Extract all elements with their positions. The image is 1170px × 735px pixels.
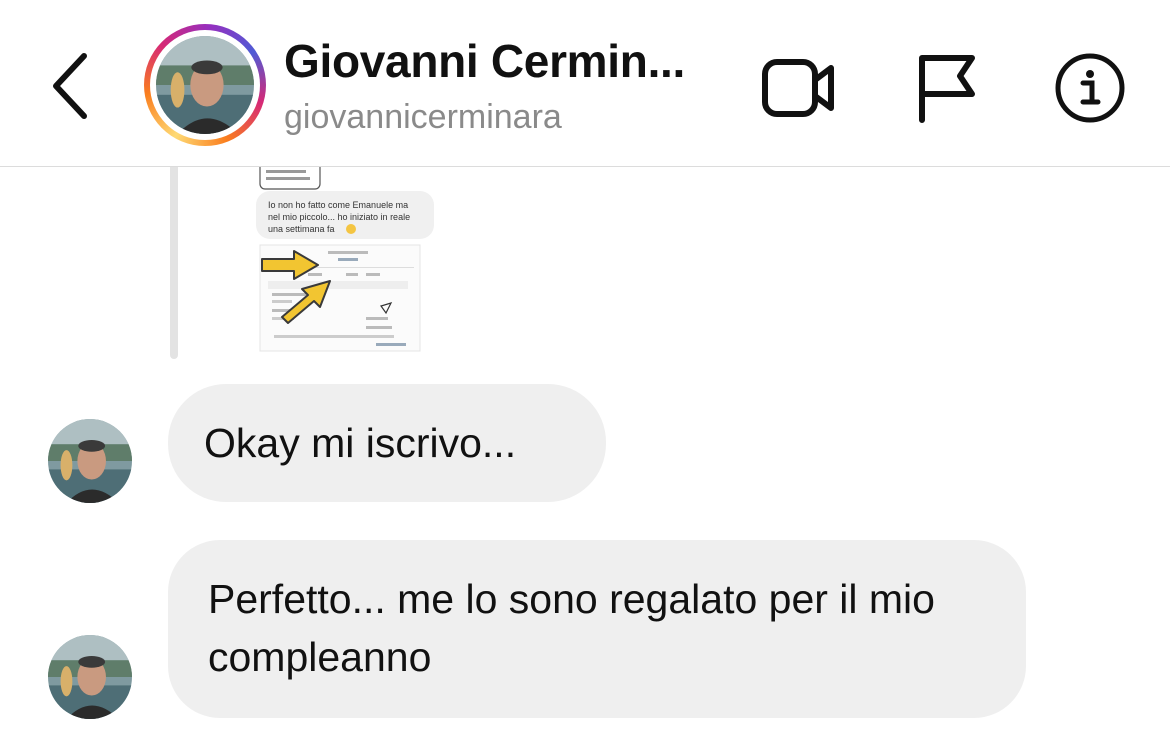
profile-avatar-story-ring[interactable] xyxy=(144,24,266,146)
shared-text-line-3: una settimana fa xyxy=(268,224,335,234)
report-flag-button[interactable] xyxy=(908,50,984,126)
smile-emoji-icon xyxy=(346,224,356,234)
shared-screenshot[interactable]: Io non ho fatto come Emanuele ma nel mio… xyxy=(216,167,478,357)
contact-display-name[interactable]: Giovanni Cermin... xyxy=(284,34,685,88)
sender-avatar[interactable] xyxy=(48,635,132,719)
message-bubble[interactable]: Perfetto... me lo sono regalato per il m… xyxy=(168,540,1026,718)
video-call-button[interactable] xyxy=(760,50,836,126)
shared-text-line-2: nel mio piccolo... ho iniziato in reale xyxy=(268,212,410,222)
reply-quote-bar xyxy=(170,167,178,359)
shared-text-line-1: Io non ho fatto come Emanuele ma xyxy=(268,200,408,210)
contact-username[interactable]: giovannicerminara xyxy=(284,98,562,137)
message-thread: Io non ho fatto come Emanuele ma nel mio… xyxy=(0,167,1170,735)
message-bubble[interactable]: Okay mi iscrivo... xyxy=(168,384,606,502)
info-icon xyxy=(1055,53,1125,123)
info-button[interactable] xyxy=(1052,50,1128,126)
flag-icon xyxy=(919,55,975,123)
chevron-left-icon xyxy=(53,53,87,119)
back-button[interactable] xyxy=(40,48,100,124)
chat-header: Giovanni Cermin... giovannicerminara xyxy=(0,0,1170,167)
video-call-icon xyxy=(762,59,834,117)
avatar xyxy=(156,36,254,134)
sender-avatar[interactable] xyxy=(48,419,132,503)
